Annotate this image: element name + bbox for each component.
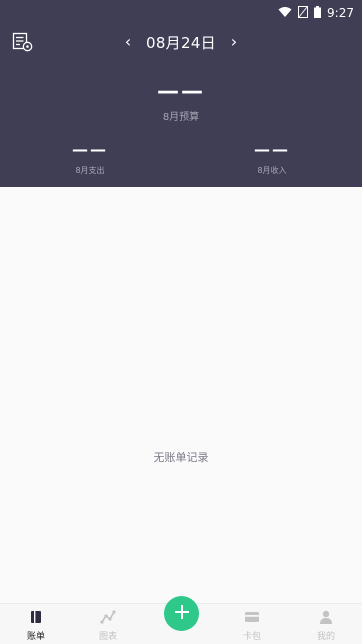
- income-value: ——: [254, 140, 290, 159]
- battery-icon: [314, 3, 322, 22]
- date-navigator: ‹ 08月24日 ›: [0, 31, 362, 53]
- expense-label: 8月支出: [75, 166, 105, 175]
- header-panel: 9:27 ‹ 08月24日 › —— 8月预算 —— 8月支出 —— 8月收入: [0, 0, 362, 187]
- tab-mine-label: 我的: [316, 632, 335, 642]
- bill-list: 无账单记录: [0, 187, 362, 604]
- card-icon: [244, 609, 260, 628]
- tab-cards[interactable]: 卡包: [216, 609, 288, 642]
- plus-icon: [174, 604, 190, 624]
- status-time: 9:27: [327, 5, 354, 20]
- next-day-button[interactable]: ›: [226, 31, 242, 53]
- status-bar: 9:27: [0, 0, 362, 22]
- add-bill-button[interactable]: [164, 596, 199, 631]
- tab-cards-label: 卡包: [242, 632, 261, 642]
- user-icon: [319, 609, 333, 628]
- tab-charts[interactable]: 图表: [72, 609, 144, 642]
- previous-day-button[interactable]: ‹: [120, 31, 136, 53]
- tab-mine[interactable]: 我的: [290, 609, 362, 642]
- empty-state-text: 无账单记录: [153, 451, 209, 464]
- tab-bills[interactable]: 账单: [0, 609, 72, 642]
- expense-value: ——: [72, 140, 108, 159]
- budget-summary[interactable]: —— 8月预算: [0, 79, 362, 124]
- income-label: 8月收入: [257, 166, 287, 175]
- tab-bills-label: 账单: [26, 632, 45, 642]
- budget-value: ——: [157, 79, 205, 104]
- expense-summary: —— 8月支出: [30, 140, 150, 176]
- no-signal-icon: [298, 3, 309, 22]
- income-summary: —— 8月收入: [212, 140, 332, 176]
- current-date[interactable]: 08月24日: [146, 32, 216, 53]
- book-icon: [29, 609, 43, 628]
- wifi-icon: [278, 3, 292, 22]
- top-bar: ‹ 08月24日 ›: [0, 28, 362, 58]
- budget-label: 8月预算: [162, 112, 200, 123]
- tab-charts-label: 图表: [98, 632, 117, 642]
- chart-icon: [100, 609, 116, 628]
